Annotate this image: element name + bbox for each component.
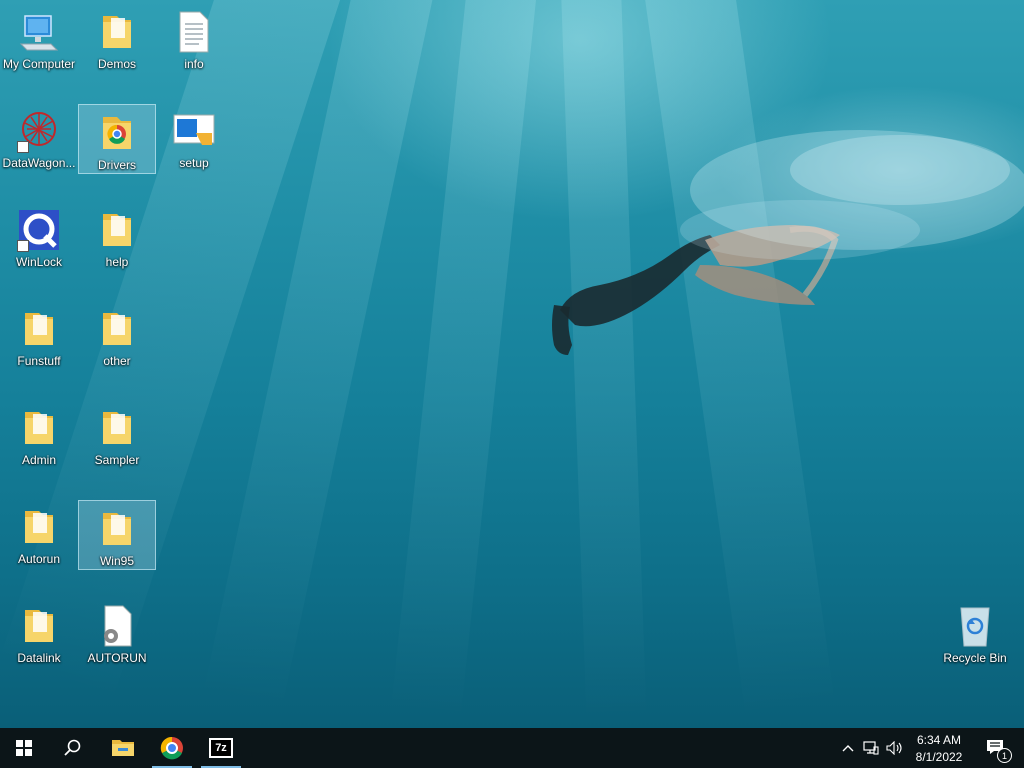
recycle-bin-icon bbox=[953, 604, 997, 648]
desktop-icon-my-computer[interactable]: My Computer bbox=[1, 4, 77, 72]
folder-icon bbox=[17, 406, 61, 450]
desktop-icon-label: Admin bbox=[21, 453, 56, 467]
folder-icon bbox=[17, 505, 61, 549]
desktop-icon-admin[interactable]: Admin bbox=[1, 400, 77, 468]
desktop-icon-datawagon[interactable]: DataWagon... bbox=[1, 103, 77, 171]
desktop-icon-funstuff[interactable]: Funstuff bbox=[1, 301, 77, 369]
desktop-icon-label: Autorun bbox=[17, 552, 61, 566]
desktop-icon-label: Sampler bbox=[94, 453, 140, 467]
text-file-icon bbox=[172, 10, 216, 54]
desktop-icon-label: DataWagon... bbox=[2, 156, 76, 170]
datawagon-app-icon bbox=[17, 109, 61, 153]
desktop-icon-label: WinLock bbox=[15, 255, 62, 269]
clock-date: 8/1/2022 bbox=[915, 749, 963, 764]
search-button[interactable] bbox=[48, 728, 96, 768]
folder-icon bbox=[95, 406, 139, 450]
desktop-icon-autorun-folder[interactable]: Autorun bbox=[1, 499, 77, 567]
shortcut-arrow-icon bbox=[17, 141, 29, 153]
desktop-icon-win95[interactable]: Win95 bbox=[78, 500, 156, 570]
network-tray-button[interactable] bbox=[860, 728, 882, 768]
desktop-icon-datalink[interactable]: Datalink bbox=[1, 598, 77, 666]
7zip-taskbar-button[interactable]: 7z bbox=[201, 728, 241, 768]
clock-button[interactable]: 6:34 AM 8/1/2022 bbox=[910, 728, 968, 768]
desktop-icon-help[interactable]: help bbox=[79, 202, 155, 270]
desktop-icon-winlock[interactable]: WinLock bbox=[1, 202, 77, 270]
desktop-icon-label: info bbox=[184, 57, 204, 71]
desktop-icon-label: AUTORUN bbox=[87, 651, 147, 665]
setup-app-icon bbox=[172, 109, 216, 153]
7zip-icon: 7z bbox=[209, 738, 233, 758]
folder-chrome-icon bbox=[95, 111, 139, 155]
desktop-icon-label: setup bbox=[179, 156, 209, 170]
settings-file-icon bbox=[95, 604, 139, 648]
action-center-button[interactable]: 1 bbox=[978, 728, 1014, 768]
notification-count-badge: 1 bbox=[997, 748, 1012, 763]
desktop-icon-demos[interactable]: Demos bbox=[79, 4, 155, 72]
winlock-app-icon bbox=[17, 208, 61, 252]
shortcut-arrow-icon bbox=[17, 240, 29, 252]
desktop-icon-autorun-file[interactable]: AUTORUN bbox=[79, 598, 155, 666]
desktop-icon-label: help bbox=[105, 255, 129, 269]
chevron-up-icon bbox=[842, 745, 854, 752]
desktop-icon-sampler[interactable]: Sampler bbox=[79, 400, 155, 468]
desktop-icon-label: Demos bbox=[97, 57, 136, 71]
desktop[interactable]: My Computer DataWagon... WinLock Funstuf… bbox=[0, 0, 1024, 728]
folder-icon bbox=[95, 10, 139, 54]
desktop-icon-info[interactable]: info bbox=[156, 4, 232, 72]
desktop-icon-label: My Computer bbox=[2, 57, 76, 71]
desktop-icon-label: Recycle Bin bbox=[943, 651, 1007, 665]
desktop-icon-recycle-bin[interactable]: Recycle Bin bbox=[937, 598, 1013, 666]
network-icon bbox=[863, 741, 879, 755]
desktop-icon-setup[interactable]: setup bbox=[156, 103, 232, 171]
light-ray bbox=[390, 0, 540, 720]
desktop-icon-other[interactable]: other bbox=[79, 301, 155, 369]
chrome-icon bbox=[160, 736, 183, 760]
show-hidden-icons-button[interactable] bbox=[838, 728, 858, 768]
desktop-icon-label: Funstuff bbox=[17, 354, 61, 368]
folder-icon bbox=[95, 507, 139, 551]
computer-icon bbox=[17, 10, 61, 54]
folder-icon bbox=[17, 307, 61, 351]
search-icon bbox=[64, 739, 81, 756]
clock-time: 6:34 AM bbox=[916, 732, 962, 747]
file-explorer-button[interactable] bbox=[100, 728, 146, 768]
desktop-icon-label: Drivers bbox=[98, 158, 136, 172]
speaker-icon bbox=[886, 741, 902, 755]
folder-icon bbox=[17, 604, 61, 648]
surface-foam bbox=[680, 130, 1024, 260]
windows-logo-icon bbox=[16, 740, 32, 756]
taskbar: 7z 6:34 AM 8/1/2022 1 bbox=[0, 728, 1024, 768]
desktop-icon-label: Win95 bbox=[99, 554, 134, 568]
folder-icon bbox=[95, 307, 139, 351]
start-button[interactable] bbox=[0, 728, 48, 768]
volume-tray-button[interactable] bbox=[884, 728, 906, 768]
desktop-icon-drivers[interactable]: Drivers bbox=[78, 104, 156, 174]
desktop-icon-label: Datalink bbox=[17, 651, 61, 665]
desktop-icon-label: other bbox=[103, 354, 131, 368]
7zip-icon-label: 7z bbox=[215, 742, 227, 754]
folder-icon bbox=[112, 740, 134, 756]
folder-icon bbox=[95, 208, 139, 252]
chrome-taskbar-button[interactable] bbox=[152, 728, 192, 768]
